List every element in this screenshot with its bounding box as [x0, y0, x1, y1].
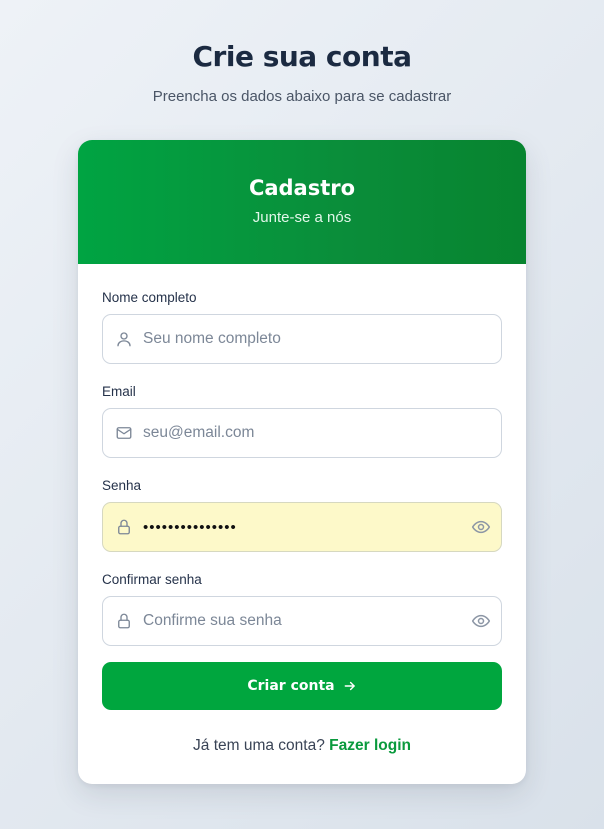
eye-icon[interactable]	[471, 517, 491, 537]
password-label: Senha	[102, 478, 142, 493]
page-subtitle: Preencha os dados abaixo para se cadastr…	[152, 88, 452, 105]
email-input[interactable]	[103, 409, 501, 457]
name-label: Nome completo	[102, 290, 197, 305]
confirm-password-input[interactable]	[103, 597, 501, 645]
page-title: Crie sua conta	[192, 40, 412, 73]
name-field-group: Nome completo	[102, 290, 502, 364]
user-icon	[117, 332, 131, 347]
lock-icon	[118, 613, 130, 629]
lock-icon	[118, 519, 130, 535]
name-input-wrapper	[102, 314, 502, 364]
name-input[interactable]	[103, 315, 501, 363]
email-label: Email	[102, 384, 136, 399]
card-title: Cadastro	[248, 176, 356, 200]
eye-icon[interactable]	[471, 611, 491, 631]
email-field-group: Email	[102, 384, 502, 458]
login-link[interactable]: Fazer login	[329, 737, 411, 754]
arrow-right-icon	[344, 681, 355, 691]
confirm-password-field-group: Confirmar senha	[102, 572, 502, 646]
mail-icon	[116, 427, 132, 439]
login-prompt: Já tem uma conta? Fazer login	[102, 737, 502, 755]
create-account-label: Criar conta	[247, 678, 335, 694]
password-input[interactable]	[103, 503, 501, 551]
card-subtitle: Junte-se a nós	[252, 209, 352, 226]
card-header: Cadastro Junte-se a nós	[78, 140, 526, 264]
login-prompt-text: Já tem uma conta?	[193, 737, 325, 754]
email-input-wrapper	[102, 408, 502, 458]
signup-form: Nome completo Email Senha	[102, 290, 502, 755]
signup-card: Cadastro Junte-se a nós Nome completo Em…	[78, 140, 526, 784]
confirm-password-input-wrapper	[102, 596, 502, 646]
create-account-button[interactable]: Criar conta	[102, 662, 502, 710]
password-field-group: Senha	[102, 478, 502, 552]
password-input-wrapper	[102, 502, 502, 552]
confirm-password-label: Confirmar senha	[102, 572, 202, 587]
